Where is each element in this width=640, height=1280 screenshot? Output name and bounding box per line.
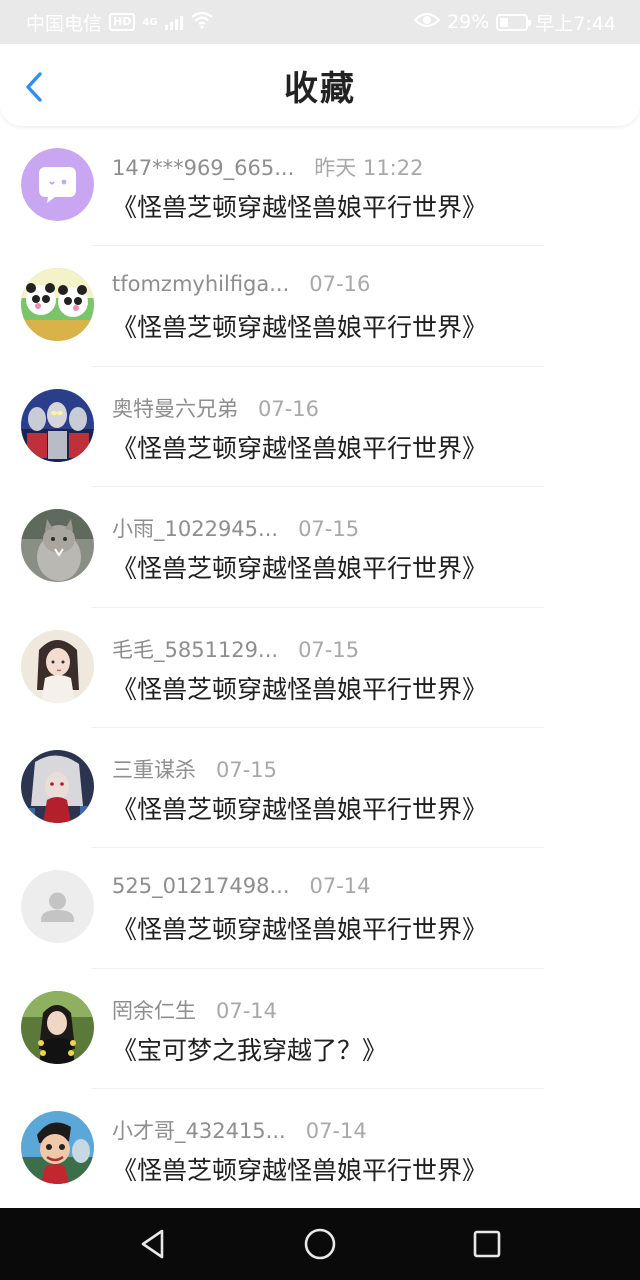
user-name: 525_01217498... xyxy=(112,874,290,899)
nav-back-button[interactable] xyxy=(123,1214,183,1274)
book-title[interactable]: 《宝可梦之我穿越了？》 xyxy=(112,1031,387,1067)
user-name: 罔余仁生 xyxy=(112,998,196,1023)
triangle-back-icon xyxy=(142,1229,164,1259)
list-item[interactable]: 小才哥_432415... 07-14 《怪兽芝顿穿越怪兽娘平行世界》 xyxy=(0,1089,640,1209)
item-time: 07-16 xyxy=(258,396,320,421)
book-title[interactable]: 《怪兽芝顿穿越怪兽娘平行世界》 xyxy=(112,429,487,465)
chevron-left-icon xyxy=(26,72,42,102)
list-item[interactable]: 147***969_665... 昨天 11:22 《怪兽芝顿穿越怪兽娘平行世界》 xyxy=(0,126,640,247)
nav-home-button[interactable] xyxy=(290,1214,350,1274)
battery-percent: 29% xyxy=(447,11,490,33)
clock: 早上7:44 xyxy=(535,12,616,35)
default-user-avatar[interactable] xyxy=(21,870,94,944)
list-item[interactable]: 小雨_1022945... 07-15 《怪兽芝顿穿越怪兽娘平行世界》 xyxy=(0,487,640,608)
anime-girl-avatar[interactable] xyxy=(21,629,94,703)
battery-icon xyxy=(496,13,532,31)
book-title[interactable]: 《怪兽芝顿穿越怪兽娘平行世界》 xyxy=(112,549,487,585)
header: 收藏 xyxy=(0,44,640,126)
item-meta: 525_01217498... 07-14 xyxy=(112,874,371,902)
item-time: 07-15 xyxy=(216,757,278,782)
item-time: 昨天 11:22 xyxy=(314,156,424,180)
item-time: 07-16 xyxy=(309,272,371,297)
system-nav-bar xyxy=(0,1208,640,1280)
item-time: 07-14 xyxy=(216,998,278,1023)
favorites-list: 147***969_665... 昨天 11:22 《怪兽芝顿穿越怪兽娘平行世界》… xyxy=(0,126,640,1210)
book-title[interactable]: 《怪兽芝顿穿越怪兽娘平行世界》 xyxy=(112,1151,487,1187)
book-title[interactable]: 《怪兽芝顿穿越怪兽娘平行世界》 xyxy=(112,308,487,344)
user-name: 奥特曼六兄弟 xyxy=(112,396,238,421)
circle-home-icon xyxy=(304,1228,336,1260)
cat-avatar[interactable] xyxy=(21,509,94,583)
user-name: tfomzmyhilfiga... xyxy=(112,272,290,297)
cartoon-boy-avatar[interactable] xyxy=(21,1111,94,1185)
item-time: 07-14 xyxy=(309,874,371,899)
item-time: 07-15 xyxy=(298,637,360,662)
item-meta: 三重谋杀 07-15 xyxy=(112,754,277,782)
eye-icon xyxy=(413,11,441,34)
item-meta: 147***969_665... 昨天 11:22 xyxy=(112,152,423,180)
list-item[interactable]: 三重谋杀 07-15 《怪兽芝顿穿越怪兽娘平行世界》 xyxy=(0,728,640,849)
carrier-label: 中国电信 xyxy=(26,12,103,35)
list-item[interactable]: 525_01217498... 07-14 《怪兽芝顿穿越怪兽娘平行世界》 xyxy=(0,848,640,969)
network-type-label: 4G xyxy=(142,16,158,28)
user-name: 147***969_665... xyxy=(112,156,295,180)
dark-anime-avatar[interactable] xyxy=(21,749,94,823)
list-item[interactable]: tfomzmyhilfiga... 07-16 《怪兽芝顿穿越怪兽娘平行世界》 xyxy=(0,246,640,367)
girl-photo-avatar[interactable] xyxy=(21,990,94,1064)
list-item[interactable]: 罔余仁生 07-14 《宝可梦之我穿越了？》 xyxy=(0,969,640,1090)
book-title[interactable]: 《怪兽芝顿穿越怪兽娘平行世界》 xyxy=(112,910,487,946)
panda-avatar[interactable] xyxy=(21,268,94,342)
user-name: 小雨_1022945... xyxy=(112,517,279,542)
user-name: 三重谋杀 xyxy=(112,757,196,782)
nav-recent-button[interactable] xyxy=(457,1214,517,1274)
status-left: 中国电信 HD 4G xyxy=(26,9,214,36)
square-recent-icon xyxy=(473,1230,500,1258)
book-title[interactable]: 《怪兽芝顿穿越怪兽娘平行世界》 xyxy=(112,188,487,224)
item-meta: 毛毛_5851129... 07-15 xyxy=(112,634,359,662)
item-time: 07-15 xyxy=(298,517,360,542)
wifi-icon xyxy=(190,11,214,34)
status-bar: 中国电信 HD 4G 29% 早上7:44 xyxy=(0,0,640,44)
signal-icon xyxy=(164,14,183,30)
list-item[interactable]: 奥特曼六兄弟 07-16 《怪兽芝顿穿越怪兽娘平行世界》 xyxy=(0,367,640,488)
page-title: 收藏 xyxy=(284,68,356,109)
status-right: 29% 早上7:44 xyxy=(413,9,616,36)
book-title[interactable]: 《怪兽芝顿穿越怪兽娘平行世界》 xyxy=(112,670,487,706)
chat-bubble-avatar[interactable] xyxy=(21,148,94,221)
item-meta: 罔余仁生 07-14 xyxy=(112,995,277,1023)
back-button[interactable] xyxy=(22,70,46,104)
item-meta: 奥特曼六兄弟 07-16 xyxy=(112,393,319,421)
item-meta: 小才哥_432415... 07-14 xyxy=(112,1115,367,1143)
ultraman-avatar[interactable] xyxy=(21,388,94,462)
item-time: 07-14 xyxy=(305,1119,367,1144)
hd-icon: HD xyxy=(109,13,136,31)
book-title[interactable]: 《怪兽芝顿穿越怪兽娘平行世界》 xyxy=(112,790,487,826)
item-meta: 小雨_1022945... 07-15 xyxy=(112,513,359,541)
item-meta: tfomzmyhilfiga... 07-16 xyxy=(112,272,370,300)
list-item[interactable]: 毛毛_5851129... 07-15 《怪兽芝顿穿越怪兽娘平行世界》 xyxy=(0,608,640,728)
user-name: 小才哥_432415... xyxy=(112,1119,286,1144)
user-name: 毛毛_5851129... xyxy=(112,637,279,662)
